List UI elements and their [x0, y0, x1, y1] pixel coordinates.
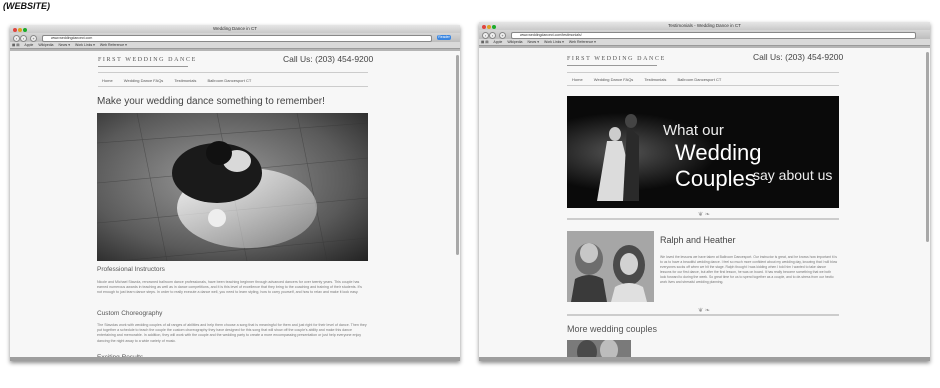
- zoom-window-button[interactable]: [492, 25, 496, 29]
- nav-divider: [98, 86, 368, 87]
- address-bar[interactable]: www.weddingdancect.com: [42, 34, 432, 42]
- nav-divider: [567, 85, 839, 86]
- nav-faqs[interactable]: Wedding Dance FAQs: [124, 78, 164, 83]
- banner-line3: say about us: [753, 167, 833, 183]
- main-nav: Home Wedding Dance FAQs Testimonials Bal…: [572, 77, 731, 82]
- section-text: The Stavolas work with wedding couples o…: [97, 323, 367, 343]
- bookmark-grid-icon[interactable]: ▦ ▤: [481, 40, 489, 44]
- bookmark-apple[interactable]: Apple: [24, 43, 33, 47]
- scrollbar[interactable]: [456, 55, 459, 255]
- forward-button[interactable]: ›: [489, 32, 496, 39]
- bookmark-grid-icon[interactable]: ▦ ▤: [12, 43, 20, 47]
- testimonial-name: Ralph and Heather: [660, 235, 736, 245]
- ornament: ❦ ❧: [679, 211, 729, 218]
- bookmarks-bar: ▦ ▤ Apple Wikipedia News ▾ Work Links ▾ …: [10, 42, 460, 49]
- phone-number: Call Us: (203) 454-9200: [283, 54, 374, 64]
- title-bar: Testimonials - Wedding Dance in CT: [479, 22, 930, 30]
- page-content: FIRST WEDDING DANCE Call Us: (203) 454-9…: [479, 48, 930, 361]
- browser-window-testimonials: Testimonials - Wedding Dance in CT ‹ › +…: [479, 22, 930, 361]
- reader-button[interactable]: Reader: [437, 35, 451, 40]
- forward-button[interactable]: ›: [20, 35, 27, 42]
- hero-photo: [97, 113, 368, 261]
- scrollbar[interactable]: [926, 52, 929, 242]
- bookmark-work-links[interactable]: Work Links ▾: [75, 43, 95, 47]
- testimonial-text: We loved the lessons we have taken at Ba…: [660, 255, 838, 284]
- title-bar: Wedding Dance in CT: [10, 25, 460, 33]
- back-button[interactable]: ‹: [13, 35, 20, 42]
- site-logo[interactable]: FIRST WEDDING DANCE: [567, 56, 666, 62]
- nav-home[interactable]: Home: [102, 78, 113, 83]
- header-divider: [98, 72, 368, 73]
- section-divider: [567, 314, 839, 316]
- nav-ballroom[interactable]: Ballroom Dancesport CT: [678, 77, 722, 82]
- address-bar[interactable]: www.weddingdancect.com/testimonials/: [511, 31, 916, 39]
- wedding-couple-image: [97, 113, 368, 261]
- site-logo[interactable]: FIRST WEDDING DANCE: [98, 57, 197, 63]
- toolbar: ‹ › + www.weddingdancect.com/testimonial…: [479, 30, 930, 39]
- section-heading: Custom Choreography: [97, 310, 163, 317]
- more-couples-heading: More wedding couples: [567, 324, 658, 334]
- bookmark-wikipedia[interactable]: Wikipedia: [507, 40, 522, 44]
- bookmark-work-links[interactable]: Work Links ▾: [544, 40, 564, 44]
- close-window-button[interactable]: [13, 28, 17, 32]
- banner-line2: Wedding Couples: [675, 140, 762, 191]
- browser-window-home: Wedding Dance in CT ‹ › + www.weddingdan…: [10, 25, 460, 361]
- nav-testimonials[interactable]: Testimonials: [644, 77, 666, 82]
- banner-line1: What our: [663, 122, 724, 139]
- logo-underline: [98, 66, 188, 67]
- nav-home[interactable]: Home: [572, 77, 583, 82]
- window-bottom-edge: [10, 357, 460, 361]
- page-content: FIRST WEDDING DANCE Call Us: (203) 454-9…: [10, 51, 460, 361]
- bookmark-web-reference[interactable]: Web Reference ▾: [569, 40, 596, 44]
- toolbar: ‹ › + www.weddingdancect.com Reader: [10, 33, 460, 42]
- testimonial-banner: What our Wedding Couples say about us: [567, 96, 839, 208]
- window-bottom-edge: [479, 357, 930, 361]
- page-headline: Make your wedding dance something to rem…: [97, 96, 325, 107]
- ornament: ❦ ❧: [679, 307, 729, 314]
- zoom-window-button[interactable]: [23, 28, 27, 32]
- bookmark-wikipedia[interactable]: Wikipedia: [38, 43, 53, 47]
- section-divider: [567, 218, 839, 220]
- bookmark-apple[interactable]: Apple: [493, 40, 502, 44]
- caption: (WEBSITE): [3, 1, 50, 11]
- back-button[interactable]: ‹: [482, 32, 489, 39]
- logo-underline: [567, 65, 657, 66]
- bookmark-news[interactable]: News ▾: [527, 40, 538, 44]
- main-nav: Home Wedding Dance FAQs Testimonials Bal…: [102, 78, 261, 83]
- section-heading: Professional Instructors: [97, 266, 165, 273]
- add-bookmark-button[interactable]: +: [499, 32, 506, 39]
- testimonial-photo: [567, 231, 654, 302]
- bookmarks-bar: ▦ ▤ Apple Wikipedia News ▾ Work Links ▾ …: [479, 39, 930, 46]
- minimize-window-button[interactable]: [487, 25, 491, 29]
- couple-portrait-image: [567, 231, 654, 302]
- add-bookmark-button[interactable]: +: [30, 35, 37, 42]
- bookmark-web-reference[interactable]: Web Reference ▾: [100, 43, 127, 47]
- header-divider: [567, 72, 839, 73]
- window-title: Wedding Dance in CT: [213, 26, 257, 31]
- nav-testimonials[interactable]: Testimonials: [174, 78, 196, 83]
- nav-ballroom[interactable]: Ballroom Dancesport CT: [208, 78, 252, 83]
- bookmark-news[interactable]: News ▾: [58, 43, 69, 47]
- section-text: Nicole and Michael Stavola, renowned bal…: [97, 280, 362, 295]
- close-window-button[interactable]: [482, 25, 486, 29]
- nav-faqs[interactable]: Wedding Dance FAQs: [594, 77, 634, 82]
- window-title: Testimonials - Wedding Dance in CT: [668, 23, 741, 28]
- phone-number: Call Us: (203) 454-9200: [753, 52, 844, 62]
- minimize-window-button[interactable]: [18, 28, 22, 32]
